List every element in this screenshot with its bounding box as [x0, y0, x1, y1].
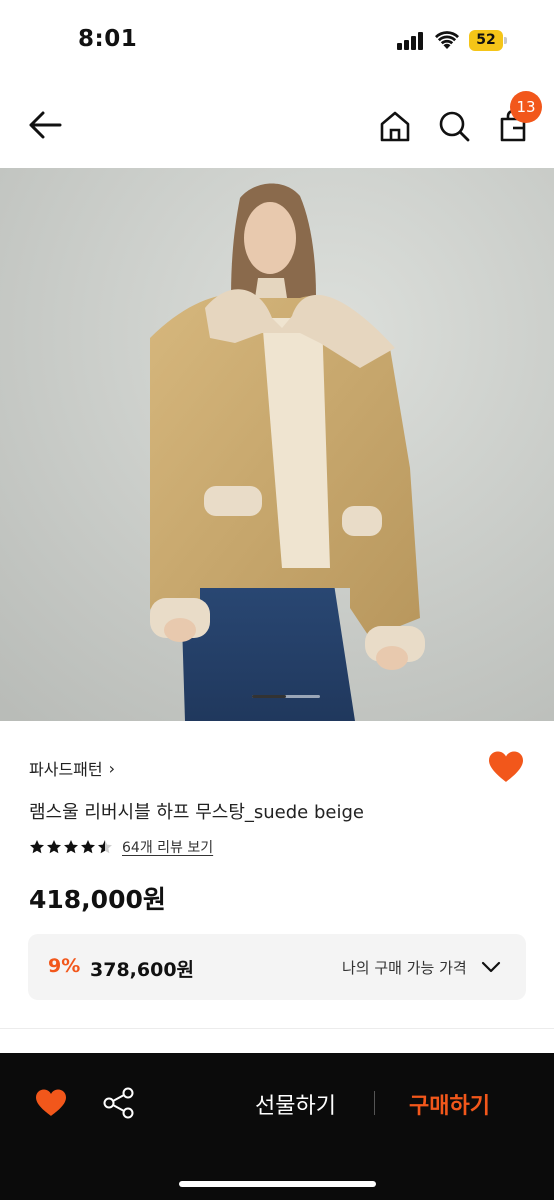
- chevron-down-icon[interactable]: [480, 956, 502, 978]
- cart-count-badge: 13: [510, 91, 542, 123]
- home-indicator: [179, 1181, 376, 1187]
- wishlist-heart-icon[interactable]: [487, 750, 525, 784]
- brand-link[interactable]: 파사드패턴 ›: [29, 756, 115, 780]
- divider: [374, 1091, 375, 1115]
- review-link[interactable]: 64개 리뷰 보기: [122, 837, 213, 857]
- star-icon: [30, 840, 44, 854]
- star-icon: [47, 840, 61, 854]
- share-icon[interactable]: [102, 1086, 136, 1120]
- star-icon: [64, 840, 78, 854]
- wifi-icon: [435, 31, 459, 49]
- discount-percent: 9%: [48, 955, 81, 977]
- status-bar: 8:01 52: [0, 0, 554, 80]
- image-pager: [252, 695, 320, 698]
- signal-icon: [397, 32, 425, 50]
- battery-level: 52: [476, 32, 496, 48]
- brand-name: 파사드패턴: [29, 760, 103, 779]
- divider: [0, 1028, 554, 1029]
- status-time: 8:01: [78, 26, 138, 52]
- rating-row: 64개 리뷰 보기: [29, 837, 213, 857]
- home-icon[interactable]: [378, 109, 412, 143]
- heart-icon[interactable]: [34, 1088, 68, 1118]
- deal-price-box[interactable]: 9% 378,600원 나의 구매 가능 가격: [28, 934, 526, 1000]
- buy-button[interactable]: 구매하기: [409, 1088, 490, 1120]
- nav-bar: [0, 80, 554, 168]
- product-title: 램스울 리버시블 하프 무스탕_suede beige: [29, 802, 364, 823]
- deal-label: 나의 구매 가능 가격: [342, 959, 467, 977]
- product-image-gallery[interactable]: [0, 168, 554, 721]
- gift-button[interactable]: 선물하기: [255, 1088, 336, 1120]
- chevron-right-icon: ›: [108, 758, 116, 778]
- search-icon[interactable]: [437, 109, 471, 143]
- product-photo: [0, 168, 554, 721]
- star-icon: [98, 840, 112, 854]
- product-price: 418,000원: [29, 885, 166, 914]
- star-rating: [29, 839, 113, 855]
- battery-icon: 52: [469, 30, 507, 51]
- deal-price: 378,600원: [90, 959, 195, 981]
- star-icon: [81, 840, 95, 854]
- bottom-action-bar: 선물하기 구매하기: [0, 1053, 554, 1200]
- arrow-left-icon[interactable]: [26, 108, 64, 142]
